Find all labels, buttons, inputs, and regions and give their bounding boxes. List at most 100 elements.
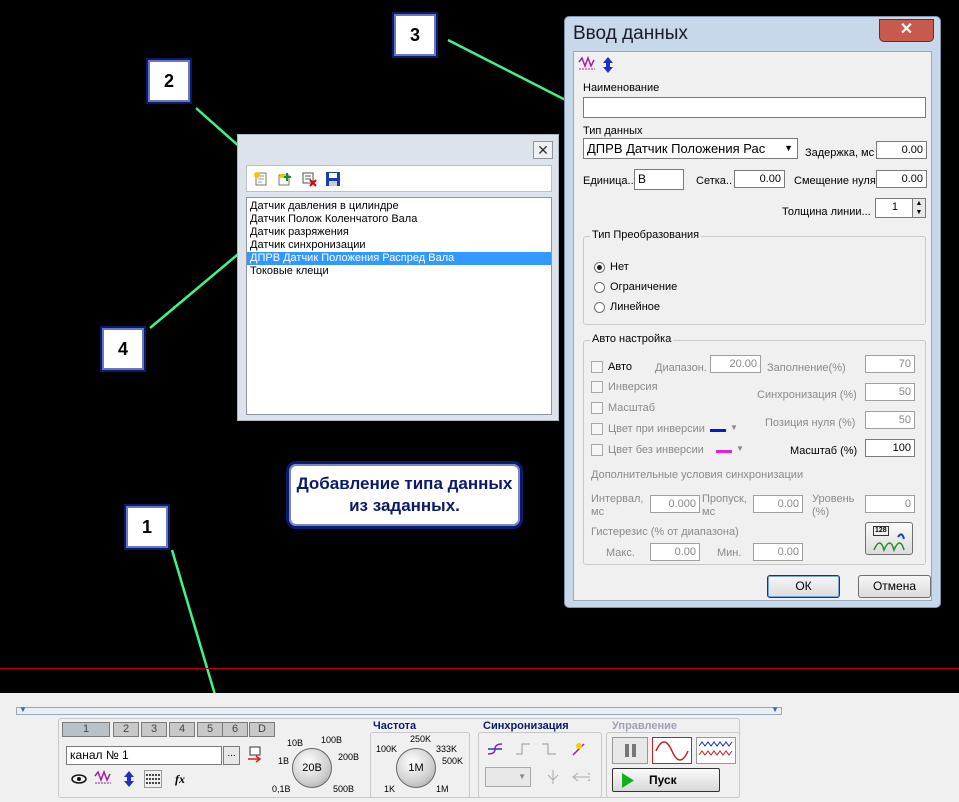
auto-calibrate-button[interactable]: 128 [865,522,913,555]
radio-limit[interactable] [594,282,605,293]
sync-source-select[interactable]: ▼ [485,767,531,787]
type-select[interactable]: ДПРВ Датчик Положения Рас ▼ [583,138,798,159]
close-button[interactable]: ✕ [533,141,553,159]
level-input[interactable]: 0 [865,495,915,513]
list-item[interactable]: Датчик Полож Коленчатого Вала [247,213,551,226]
dialog-close-button[interactable]: ✕ [879,19,934,42]
waveform-icon[interactable] [578,55,596,74]
multi-wave-icon [698,741,733,756]
channel-settings-icon[interactable] [246,746,264,764]
skip-unit: мс [702,506,716,518]
list-item[interactable]: Датчик давления в цилиндре [247,200,551,213]
tab-channel-1[interactable]: 1 [62,722,110,737]
color-noinv-swatch[interactable] [716,450,732,453]
color-noinv-checkbox[interactable] [591,444,603,456]
auto-calibrate-icon [873,533,905,553]
eye-icon[interactable] [70,770,88,788]
amp-tick: 0,1В [272,784,291,794]
sync-marker-icon[interactable] [544,768,562,786]
interval-input[interactable]: 0.000 [650,495,700,513]
tab-channel-4[interactable]: 4 [169,722,195,737]
delay-label: Задержка, мс [805,147,875,159]
radio-linear[interactable] [594,302,605,313]
radio-linear-label: Линейное [610,301,661,313]
start-label: Пуск [649,773,677,787]
sine-mode-button[interactable] [652,737,692,764]
scale-percent-label: Масштаб (%) [790,445,858,457]
vertical-scale-icon[interactable] [600,56,616,74]
list-item[interactable]: Датчик синхронизации [247,239,551,252]
chevron-down-icon: ▼ [518,772,526,781]
min-input[interactable]: 0.00 [753,543,803,561]
sync-edge-down-icon[interactable] [540,740,558,758]
zero-offset-label: Смещение нуля [794,175,876,187]
sine-icon [655,741,689,761]
unit-input[interactable]: В [634,169,684,190]
frequency-knob[interactable]: 1M [396,748,436,788]
scale-check-label: Масштаб [608,402,656,414]
fill-input[interactable]: 70 [865,355,915,373]
delay-input[interactable]: 0.00 [876,141,927,159]
conversion-title: Тип Преобразования [590,229,702,241]
range-input[interactable]: 20.00 [710,355,761,373]
skip-input[interactable]: 0.00 [753,495,803,513]
sync-edge-up-icon[interactable] [514,740,532,758]
sync-percent-input[interactable]: 50 [865,383,915,401]
auto-checkbox[interactable] [591,361,603,373]
new-type-icon[interactable] [253,171,269,187]
interval-label: Интервал, [591,493,644,505]
function-icon[interactable]: fx [171,770,189,788]
color-inv-swatch[interactable] [710,429,726,432]
zero-pos-label: Позиция нуля (%) [765,417,856,429]
tab-channel-6[interactable]: 6 [222,722,248,737]
sync-shift-icon[interactable] [572,768,590,786]
zero-pos-input[interactable]: 50 [865,411,915,429]
level-label: Уровень [812,493,855,505]
color-inv-checkbox[interactable] [591,423,603,435]
channel-name-input[interactable]: канал № 1 [66,746,222,765]
delete-type-icon[interactable] [301,171,317,187]
grid-label: Сетка.. [696,175,733,187]
radio-none[interactable] [594,262,605,273]
zero-offset-input[interactable]: 0.00 [876,170,927,188]
tab-channel-2[interactable]: 2 [113,722,139,737]
list-item[interactable]: Токовые клещи [247,265,551,278]
play-icon [622,773,634,788]
data-types-list[interactable]: Датчик давления в цилиндре Датчик Полож … [246,197,552,415]
min-label: Мин. [717,547,742,559]
pause-button[interactable] [612,737,648,764]
line-width-input[interactable]: 1 [875,198,915,218]
ok-button[interactable]: ОК [767,575,840,598]
line-width-spinner[interactable]: ▲ ▼ [912,198,926,218]
amplitude-knob[interactable]: 20В [292,748,332,788]
save-icon[interactable] [325,171,341,187]
add-type-icon[interactable] [277,171,293,187]
line-style-icon[interactable] [144,770,162,788]
channel-type-browse-button[interactable]: ... [223,746,240,765]
sync-auto-icon[interactable] [570,740,588,758]
max-input[interactable]: 0.00 [650,543,700,561]
list-item[interactable]: Датчик разряжения [247,226,551,239]
tab-channel-3[interactable]: 3 [141,722,167,737]
scroll-track[interactable]: ▼ ▼ [16,705,782,715]
tab-channel-d[interactable]: D [249,722,275,737]
trace-line [0,668,959,669]
freq-tick: 333K [436,744,458,754]
grid-input[interactable]: 0.00 [734,170,785,188]
dialog-title: Ввод данных [573,23,688,44]
sync-rising-icon[interactable] [486,740,504,758]
start-button[interactable]: Пуск [612,768,720,792]
scale-checkbox[interactable] [591,402,603,414]
tab-channel-5[interactable]: 5 [197,722,223,737]
cancel-button[interactable]: Отмена [858,575,931,598]
name-input[interactable] [583,97,926,118]
inversion-checkbox[interactable] [591,381,603,393]
list-item-selected[interactable]: ДПРВ Датчик Положения Распред Вала [247,252,551,265]
vertical-scale-icon[interactable] [120,770,138,788]
waveform-icon[interactable] [94,770,112,788]
scale-percent-input[interactable]: 100 [865,439,915,457]
inversion-label: Инверсия [608,381,658,393]
data-types-toolbar [246,165,552,192]
extra-sync-label: Дополнительные условия синхронизации [591,469,804,481]
multi-wave-button[interactable] [696,737,736,764]
